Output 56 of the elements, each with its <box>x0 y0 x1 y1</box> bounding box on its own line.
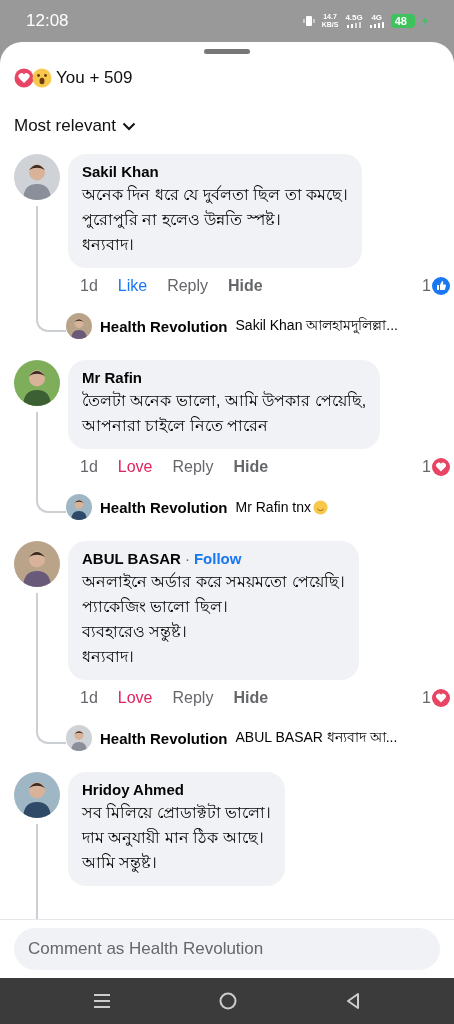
comment-time: 1d <box>80 458 98 476</box>
reply-link[interactable]: Reply <box>172 689 214 707</box>
chevron-down-icon[interactable] <box>122 121 137 131</box>
clock: 12:08 <box>26 11 70 31</box>
network-type: 4G <box>371 14 383 22</box>
thumbs-up-icon <box>432 277 450 295</box>
smiley-icon <box>313 499 328 515</box>
comment-text: সব মিলিয়ে প্রোডাক্টটা ভালো। দাম অনুযায়ী মান ঠিক আছে। আমি সন্তুষ্ট। <box>82 802 272 875</box>
signal-icon <box>347 22 362 28</box>
heart-reaction-icon <box>432 458 450 476</box>
home-icon[interactable] <box>219 992 237 1010</box>
back-icon[interactable] <box>345 992 360 1010</box>
comment-time: 1d <box>80 277 98 295</box>
comment-time: 1d <box>80 689 98 707</box>
reply-text: Sakil Khan আলহামদুলিল্লা... <box>235 316 398 336</box>
reaction-count: 1 <box>422 458 431 476</box>
battery-level: 48 <box>390 14 415 28</box>
comment-author[interactable]: ABUL BASAR <box>82 550 181 567</box>
comment-author[interactable]: Hridoy Ahmed <box>82 781 184 798</box>
reply-link[interactable]: Reply <box>167 277 209 295</box>
network-type: 4.5G <box>345 14 363 22</box>
surprised-reaction-icon <box>32 68 52 88</box>
drag-handle[interactable] <box>204 49 250 54</box>
thread-connector <box>36 304 66 332</box>
reaction-link[interactable]: Like <box>117 277 148 295</box>
reaction-count: 1 <box>422 689 431 707</box>
comment-author[interactable]: Mr Rafin <box>82 369 142 386</box>
separator-dot: · <box>184 550 190 567</box>
menu-icon[interactable] <box>94 994 111 1008</box>
sort-label[interactable]: Most relevant <box>14 116 117 136</box>
reaction-summary[interactable]: You + 509 <box>56 68 133 88</box>
reaction-link[interactable]: Love <box>117 689 153 707</box>
reply-author[interactable]: Health Revolution <box>100 498 228 516</box>
follow-link[interactable]: Follow <box>193 550 242 567</box>
thread-connector <box>36 716 66 744</box>
hide-link[interactable]: Hide <box>233 689 269 707</box>
comment-text: অনলাইনে অর্ডার করে সময়মতো পেয়েছি। প্যাকেজিং ভালো ছিল। ব্যবহারেও সন্তুষ্ট। ধন্যবাদ। <box>82 571 345 667</box>
reaction-count: 1 <box>422 277 431 295</box>
charging-icon <box>422 16 428 26</box>
reply-text: Mr Rafin tnx <box>235 499 328 515</box>
reply-author[interactable]: Health Revolution <box>100 729 228 747</box>
reply-text: ABUL BASAR ধন্যবাদ আ... <box>235 728 398 747</box>
hide-link[interactable]: Hide <box>233 458 269 476</box>
reply-link[interactable]: Reply <box>172 458 214 476</box>
heart-reaction-icon <box>14 68 34 88</box>
comment-author[interactable]: Sakil Khan <box>82 163 159 180</box>
reaction-link[interactable]: Love <box>117 458 153 476</box>
reply-author[interactable]: Health Revolution <box>100 317 228 335</box>
vibrate-icon <box>302 15 315 27</box>
heart-reaction-icon <box>432 689 450 707</box>
signal-icon <box>369 22 384 28</box>
hide-link[interactable]: Hide <box>228 277 263 295</box>
thread-connector <box>36 485 66 513</box>
comment-input[interactable]: Comment as Health Revolution <box>14 928 440 970</box>
comment-text: অনেক দিন ধরে যে দুর্বলতা ছিল তা কমছে। পুরোপুরি না হলেও উন্নতি স্পষ্ট। ধন্যবাদ। <box>82 184 349 255</box>
comment-text: তৈলটা অনেক ভালো, আমি উপকার পেয়েছি, আপনারা চাইলে নিতে পারেন <box>82 390 367 436</box>
